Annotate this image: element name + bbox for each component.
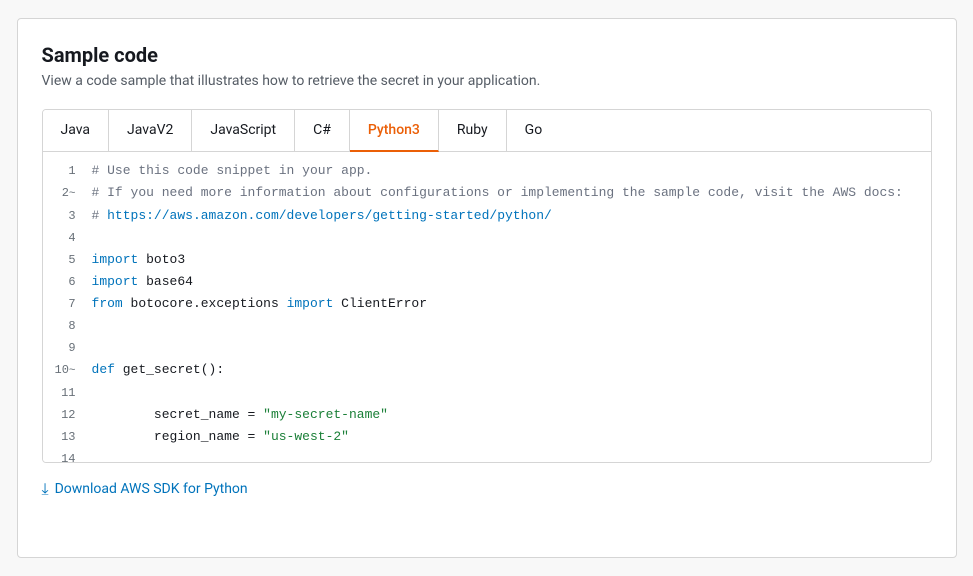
tab-csharp[interactable]: C# <box>295 110 350 151</box>
code-line-11: 11 <box>43 382 931 404</box>
code-line-10: 10~ def get_secret(): <box>43 359 931 382</box>
download-sdk-link[interactable]: ⤓ Download AWS SDK for Python <box>42 479 248 499</box>
code-line-5: 5 import boto3 <box>43 249 931 271</box>
code-line-1: 1 # Use this code snippet in your app. <box>43 160 931 182</box>
page-title: Sample code <box>42 43 932 67</box>
sample-code-card: Sample code View a code sample that illu… <box>17 18 957 558</box>
code-body[interactable]: 1 # Use this code snippet in your app. 2… <box>43 152 931 462</box>
code-line-12: 12 secret_name = "my-secret-name" <box>43 404 931 426</box>
code-container: Java JavaV2 JavaScript C# Python3 Ruby G… <box>42 109 932 463</box>
tab-javav2[interactable]: JavaV2 <box>109 110 192 151</box>
code-line-9: 9 <box>43 337 931 359</box>
tab-go[interactable]: Go <box>507 110 561 151</box>
download-icon: ⤓ <box>42 479 49 499</box>
tab-javascript[interactable]: JavaScript <box>192 110 295 151</box>
page-subtitle: View a code sample that illustrates how … <box>42 73 932 89</box>
code-line-4: 4 <box>43 227 931 249</box>
code-lines: 1 # Use this code snippet in your app. 2… <box>43 152 931 462</box>
tab-python3[interactable]: Python3 <box>350 110 439 152</box>
download-section: ⤓ Download AWS SDK for Python <box>42 479 932 499</box>
code-line-7: 7 from botocore.exceptions import Client… <box>43 293 931 315</box>
code-line-6: 6 import base64 <box>43 271 931 293</box>
tab-java[interactable]: Java <box>43 110 110 151</box>
code-line-8: 8 <box>43 315 931 337</box>
code-line-2: 2~ # If you need more information about … <box>43 182 931 205</box>
language-tabs: Java JavaV2 JavaScript C# Python3 Ruby G… <box>43 110 931 152</box>
download-label: Download AWS SDK for Python <box>55 481 248 497</box>
code-line-3: 3 # https://aws.amazon.com/developers/ge… <box>43 205 931 227</box>
code-line-13: 13 region_name = "us-west-2" <box>43 426 931 448</box>
tab-ruby[interactable]: Ruby <box>439 110 507 151</box>
code-line-14: 14 <box>43 448 931 462</box>
